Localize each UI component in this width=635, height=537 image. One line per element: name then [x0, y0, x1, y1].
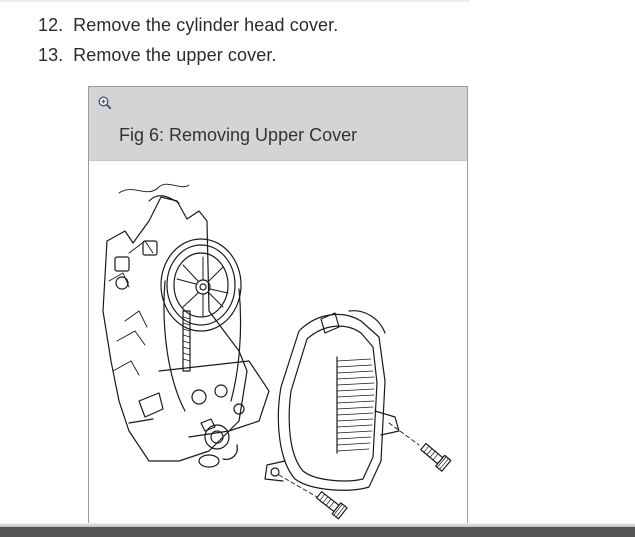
engine-upper-cover-illustration [102, 183, 452, 520]
figure-panel: Fig 6: Removing Upper Cover [88, 86, 468, 528]
step-item: 12. Remove the cylinder head cover. [38, 10, 338, 40]
figure-title: Fig 6: Removing Upper Cover [119, 125, 358, 145]
step-number: 13. [38, 45, 64, 65]
top-divider [0, 0, 470, 2]
footer-bar [0, 527, 635, 537]
step-number: 12. [38, 15, 64, 35]
step-item: 13. Remove the upper cover. [38, 40, 338, 70]
instruction-list: 12. Remove the cylinder head cover. 13. … [38, 10, 338, 70]
zoom-in-icon[interactable] [98, 96, 112, 110]
step-text: Remove the upper cover. [73, 45, 277, 65]
step-text: Remove the cylinder head cover. [73, 15, 339, 35]
figure-caption-bar: Fig 6: Removing Upper Cover [89, 87, 467, 161]
